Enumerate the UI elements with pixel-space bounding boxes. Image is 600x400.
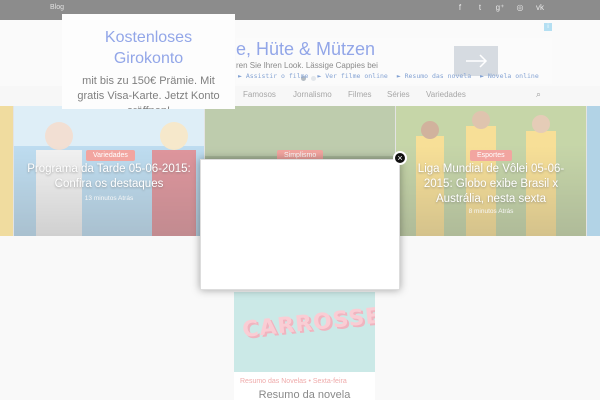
close-icon[interactable]: × (393, 151, 407, 165)
modal-popup (200, 159, 400, 290)
